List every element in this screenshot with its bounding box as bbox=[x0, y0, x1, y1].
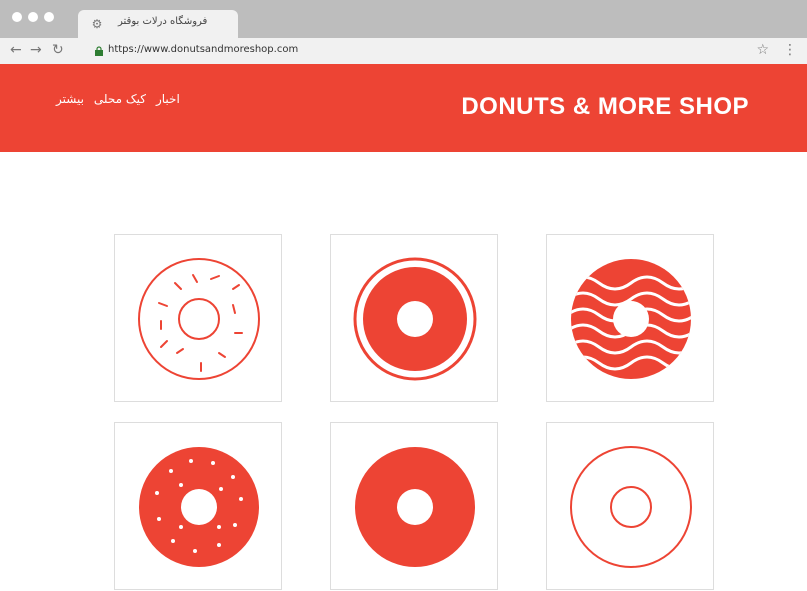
browser-toolbar: ← → ↻ https://www.donutsandmoreshop.com … bbox=[0, 38, 807, 65]
donut-thin-outline-icon bbox=[570, 446, 692, 568]
donut-wavy-icon bbox=[571, 259, 691, 379]
product-grid bbox=[0, 152, 807, 590]
donut-sprinkled-outline-icon bbox=[138, 258, 260, 380]
nav-item-local-cake[interactable]: کیک محلی bbox=[94, 92, 146, 106]
product-card[interactable] bbox=[114, 234, 282, 402]
nav-item-more[interactable]: بیشتر bbox=[56, 92, 84, 106]
browser-tab[interactable]: ⚙ فروشگاه درلات بوقتر bbox=[78, 10, 238, 38]
donut-filled-ring-icon bbox=[353, 257, 477, 381]
address-bar[interactable]: https://www.donutsandmoreshop.com bbox=[108, 44, 298, 55]
site-header: اخبار کیک محلی بیشتر DONUTS & MORE SHOP bbox=[0, 64, 807, 152]
forward-arrow-icon[interactable]: → bbox=[30, 43, 42, 57]
product-card[interactable] bbox=[330, 234, 498, 402]
nav-item-news[interactable]: اخبار bbox=[156, 92, 180, 106]
site-nav: اخبار کیک محلی بیشتر bbox=[56, 92, 180, 106]
close-window-button[interactable] bbox=[12, 12, 22, 22]
tab-strip: ⚙ فروشگاه درلات بوقتر bbox=[0, 0, 807, 38]
product-card[interactable] bbox=[330, 422, 498, 590]
donut-solid-icon bbox=[355, 447, 475, 567]
browser-chrome: ⚙ فروشگاه درلات بوقتر ← → ↻ https://www.… bbox=[0, 0, 807, 65]
more-menu-icon[interactable]: ⋮ bbox=[783, 42, 797, 58]
donut-dotted-icon bbox=[139, 447, 259, 567]
gear-icon: ⚙ bbox=[91, 17, 103, 31]
tab-title: فروشگاه درلات بوقتر bbox=[118, 16, 208, 27]
reload-icon[interactable]: ↻ bbox=[52, 43, 64, 57]
bookmark-star-icon[interactable]: ☆ bbox=[756, 42, 769, 58]
product-card[interactable] bbox=[114, 422, 282, 590]
window-controls bbox=[12, 12, 54, 22]
zoom-window-button[interactable] bbox=[44, 12, 54, 22]
brand-logo[interactable]: DONUTS & MORE SHOP bbox=[461, 93, 749, 121]
product-card[interactable] bbox=[546, 422, 714, 590]
lock-icon bbox=[95, 46, 103, 56]
back-arrow-icon[interactable]: ← bbox=[10, 43, 22, 57]
product-card[interactable] bbox=[546, 234, 714, 402]
minimize-window-button[interactable] bbox=[28, 12, 38, 22]
